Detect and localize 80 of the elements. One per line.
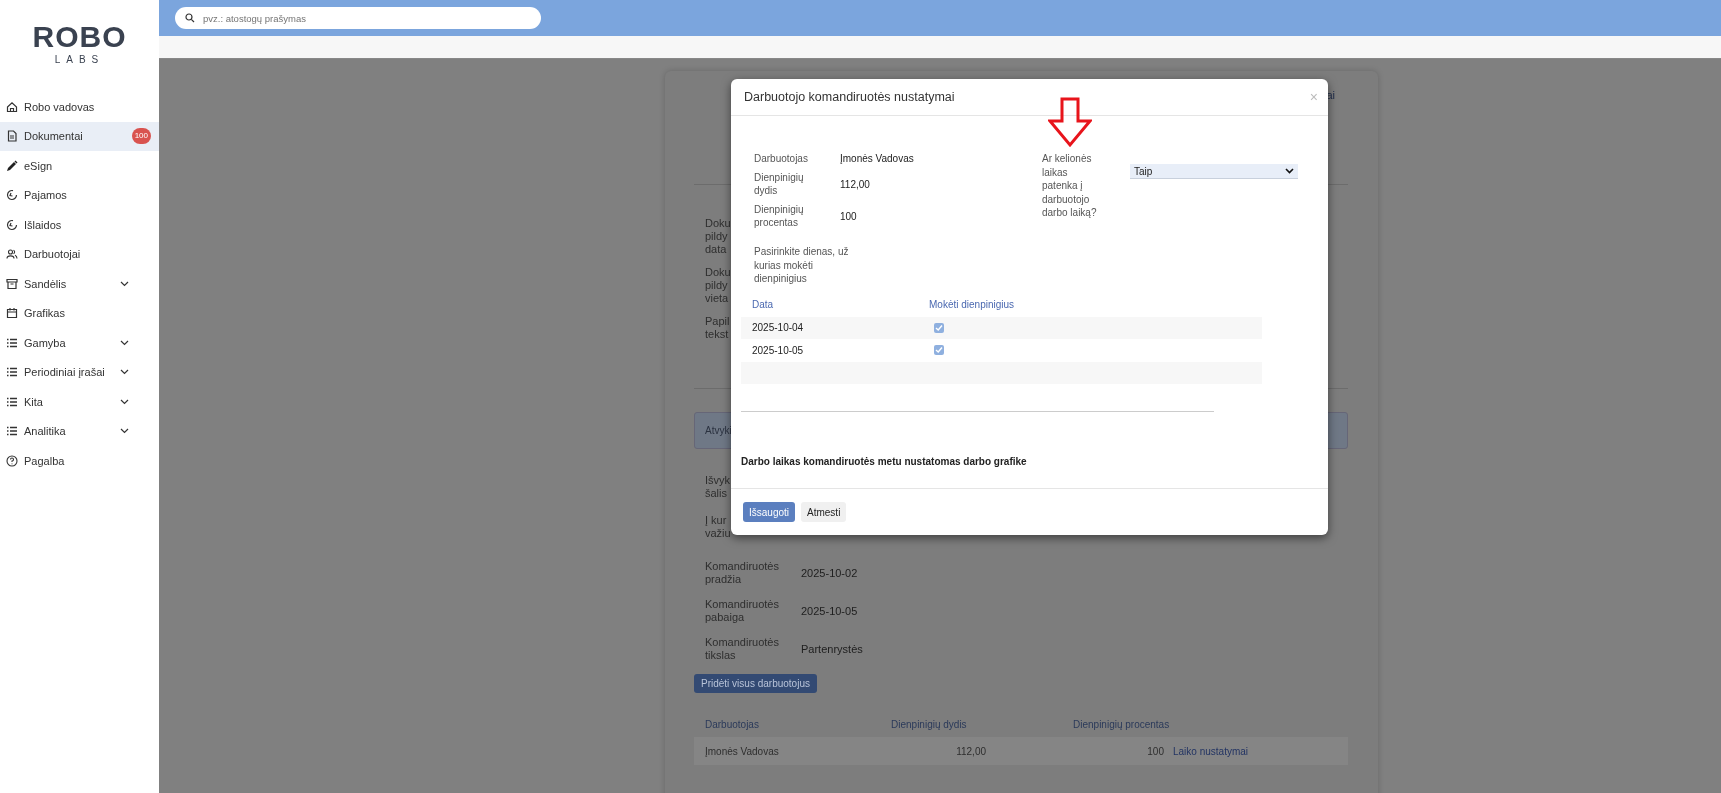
field-label: pildy: [705, 230, 729, 243]
sidebar-item[interactable]: Pajamos: [0, 180, 159, 210]
question-label: Ar kelionės laikas patenka į darbuotojo darbo laiką?: [1042, 152, 1098, 220]
field-label: Dienpinigių procentas: [754, 203, 805, 229]
logo-subtext: LABS: [54, 54, 105, 65]
coin-icon: [6, 189, 18, 202]
field-label: Komandiruotės pradžia: [705, 560, 780, 586]
help-icon: [6, 454, 18, 467]
arrow-icon: [1048, 97, 1092, 148]
dialog-title: Darbuotojo komandiruotės nustatymai: [744, 90, 955, 104]
calendar-icon: [6, 307, 18, 320]
home-icon: [6, 100, 18, 113]
field-label: Doku: [705, 266, 732, 279]
sidebar-item[interactable]: Sandėlis: [0, 269, 159, 299]
pen-icon: [6, 159, 18, 172]
field-label: Išvyk: [705, 474, 732, 487]
coin-icon: [6, 218, 18, 231]
checkbox[interactable]: [934, 345, 944, 356]
search-icon: [185, 13, 195, 23]
field-label: Papil: [705, 315, 731, 328]
sidebar-item[interactable]: Pagalba: [0, 446, 159, 476]
field-label: vieta: [705, 292, 730, 305]
list-icon: [6, 395, 18, 408]
field-label: Komandiruotės tikslas: [705, 636, 780, 662]
field-value: 112,00: [840, 178, 870, 190]
document-icon: [6, 130, 18, 143]
sidebar-item[interactable]: Analitika: [0, 416, 159, 446]
sidebar-item[interactable]: Periodiniai įrašai: [0, 357, 159, 387]
chevron-icon[interactable]: [120, 428, 129, 435]
field-label: tekst: [705, 328, 730, 341]
section-label: Pasirinkite dienas, už kurias mokėti dienpinigius: [754, 245, 850, 286]
people-icon: [6, 248, 18, 261]
chevron-icon[interactable]: [120, 280, 129, 287]
sidebar-item[interactable]: Robo vadovas: [0, 92, 159, 122]
chevron-icon[interactable]: [120, 398, 129, 405]
box-icon: [6, 277, 18, 290]
table-cell-text: 100: [1146, 745, 1164, 757]
field-label: Doku: [705, 217, 732, 230]
cancel-button[interactable]: Atmesti: [801, 502, 847, 522]
field-label: Komandiruotės pabaiga: [705, 598, 780, 624]
sidebar-item[interactable]: Dokumentai 100: [0, 121, 159, 151]
search-field[interactable]: pvz.: atostogų prašymas: [175, 7, 541, 29]
table-cell-text: Įmonės Vadovas: [705, 745, 780, 757]
sidebar-item[interactable]: Išlaidos: [0, 210, 159, 240]
field-label: važiu: [705, 527, 732, 540]
select-field[interactable]: Taip: [1130, 164, 1298, 179]
field-label: šalis: [705, 487, 728, 500]
table-cell-text: 112,00: [955, 745, 986, 757]
logo-text: ROBO: [32, 22, 127, 52]
table-cell-text: 2025-10-05: [752, 344, 805, 356]
sidebar-item[interactable]: Gamyba: [0, 328, 159, 358]
list-icon: [6, 425, 18, 438]
column-header: Dienpinigių dydis: [891, 718, 968, 730]
field-value: Įmonės Vadovas: [840, 153, 914, 164]
chevron-icon[interactable]: [120, 369, 129, 376]
table-cell-text: 2025-10-04: [752, 322, 805, 334]
save-button[interactable]: Išsaugoti: [743, 502, 796, 522]
field-label: pildy: [705, 279, 729, 292]
column-header: Mokėti dienpinigius: [929, 298, 1015, 310]
checkbox[interactable]: [934, 322, 944, 333]
field-value: 100: [840, 210, 857, 222]
field-label: data: [705, 243, 728, 256]
field-label: Dienpinigių dydis: [754, 171, 805, 197]
column-header: Dienpinigių procentas: [1073, 718, 1171, 730]
list-icon: [6, 366, 18, 379]
note-text: Darbo laikas komandiruotės metu nustatomas darbo grafike: [741, 456, 1028, 467]
column-header: Darbuotojas: [705, 718, 760, 730]
banner-text: Atvyki: [705, 425, 732, 436]
list-icon: [6, 336, 18, 349]
chevron-icon[interactable]: [120, 339, 129, 346]
field-label: Į kur: [705, 514, 728, 527]
add-employees-button[interactable]: Pridėti visus darbuotojus: [694, 674, 817, 693]
sidebar-item[interactable]: eSign: [0, 151, 159, 181]
column-header: Data: [752, 298, 775, 310]
field-label: Darbuotojas: [754, 152, 809, 165]
sidebar-item[interactable]: Darbuotojai: [0, 239, 159, 269]
sidebar-item[interactable]: Grafikas: [0, 298, 159, 328]
count-badge: 100: [131, 128, 151, 145]
chevron-icon: [1285, 168, 1294, 174]
sidebar-item[interactable]: Kita: [0, 387, 159, 417]
